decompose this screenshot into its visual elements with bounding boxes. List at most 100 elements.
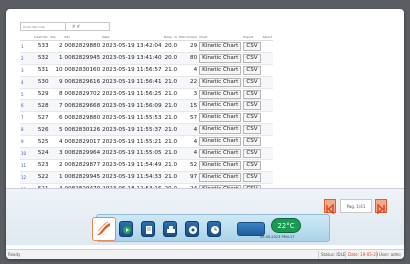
cell-insert-no: 530 bbox=[33, 76, 50, 89]
csv-export-button[interactable]: CSV bbox=[243, 160, 261, 170]
table-row[interactable]: 6 528 7 0082829668 2023-05-19 11:56:09 21.0 15… bbox=[20, 99, 273, 113]
cell-date: 2023-05-19 11:56:41 bbox=[101, 76, 163, 89]
status-user: User: admi bbox=[376, 251, 401, 258]
csv-export-button[interactable]: CSV bbox=[243, 113, 261, 123]
table-row[interactable]: 10 524 3 0082829964 2023-05-19 11:55:05 21.0 4… bbox=[20, 147, 273, 160]
csv-export-button[interactable]: CSV bbox=[243, 65, 261, 75]
cell-pos: 2 bbox=[49, 159, 64, 172]
csv-export-button[interactable]: CSV bbox=[243, 137, 261, 147]
cell-insert-no: 527 bbox=[33, 111, 50, 125]
status-text: Status: IDLE bbox=[318, 251, 345, 258]
kinetic-chart-button[interactable]: Kinetic Chart bbox=[199, 160, 242, 170]
select-cell[interactable] bbox=[261, 123, 273, 137]
cell-egc: 4 bbox=[178, 135, 199, 149]
cell-row-index: 1 bbox=[20, 40, 33, 53]
table-row[interactable]: 8 526 5 0082830126 2023-05-19 11:55:37 21.0 4 K… bbox=[20, 123, 273, 137]
select-cell[interactable] bbox=[261, 64, 273, 77]
table-row[interactable]: 4 530 9 0082829616 2023-05-19 11:56:41 21.0 22… bbox=[20, 76, 273, 89]
cell-date: 2023-05-19 11:56:09 bbox=[101, 99, 163, 113]
cell-date: 2023-05-19 13:41:40 bbox=[101, 52, 163, 65]
cell-pos: 5 bbox=[49, 123, 64, 137]
select-cell[interactable] bbox=[261, 111, 273, 125]
select-cell[interactable] bbox=[261, 76, 273, 89]
cell-insert-no: 531 bbox=[33, 64, 50, 77]
kinetic-chart-button[interactable]: Kinetic Chart bbox=[199, 137, 242, 147]
kinetic-chart-button[interactable]: Kinetic Chart bbox=[199, 172, 242, 182]
table-row[interactable]: 11 523 2 0082829877 2023-05-19 11:54:49 21.0 5… bbox=[20, 159, 273, 172]
cell-eid: 0082829880 bbox=[63, 40, 102, 53]
print-button[interactable] bbox=[163, 221, 177, 237]
temperature-badge: 22°C bbox=[271, 218, 301, 233]
select-cell[interactable] bbox=[261, 159, 273, 172]
csv-export-button[interactable]: CSV bbox=[243, 148, 261, 158]
cell-temp: 21.0 bbox=[162, 99, 179, 113]
kinetic-chart-button[interactable]: Kinetic Chart bbox=[199, 89, 242, 99]
csv-export-button[interactable]: CSV bbox=[243, 77, 261, 87]
select-cell[interactable] bbox=[261, 40, 273, 53]
cell-pos: 1 bbox=[49, 171, 64, 184]
kinetic-chart-button[interactable]: Kinetic Chart bbox=[199, 113, 242, 123]
select-cell[interactable] bbox=[261, 147, 273, 160]
table-row[interactable]: 12 522 1 0082829945 2023-05-19 11:54:33 21.0 9… bbox=[20, 171, 273, 184]
select-cell[interactable] bbox=[261, 135, 273, 149]
play-button[interactable] bbox=[119, 221, 133, 237]
document-button[interactable] bbox=[141, 221, 155, 237]
cell-temp: 20.0 bbox=[162, 40, 179, 53]
select-cell[interactable] bbox=[261, 88, 273, 101]
select-cell[interactable] bbox=[261, 171, 273, 184]
cell-temp: 21.0 bbox=[162, 159, 179, 172]
previous-page-button[interactable] bbox=[324, 199, 336, 215]
cell-row-index: 6 bbox=[20, 99, 33, 113]
cell-egc: 22 bbox=[178, 76, 199, 89]
csv-export-button[interactable]: CSV bbox=[243, 172, 261, 182]
kinetic-chart-button[interactable]: Kinetic Chart bbox=[199, 148, 242, 158]
table-row[interactable]: 7 527 6 0082829880 2023-05-19 11:55:53 21.0 57… bbox=[20, 111, 273, 125]
kinetic-chart-button[interactable]: Kinetic Chart bbox=[199, 65, 242, 75]
csv-export-button[interactable]: CSV bbox=[243, 89, 261, 99]
kinetic-chart-button[interactable]: Kinetic Chart bbox=[199, 41, 242, 51]
csv-export-button[interactable]: CSV bbox=[243, 53, 261, 63]
cell-eid: 0082829616 bbox=[63, 76, 102, 89]
table-row[interactable]: 3 531 10 0082830160 2023-05-19 11:56:57 21.0 4… bbox=[20, 64, 273, 77]
cell-eid: 0082830126 bbox=[63, 123, 102, 137]
table-row[interactable]: 1 533 2 0082829880 2023-05-19 13:42:04 20.0 29… bbox=[20, 40, 273, 53]
csv-export-button[interactable]: CSV bbox=[243, 101, 261, 111]
cell-insert-no: 525 bbox=[33, 135, 50, 149]
next-page-button[interactable] bbox=[375, 199, 387, 215]
table-row[interactable]: 2 532 1 0082829945 2023-05-19 13:41:40 20.0 80… bbox=[20, 52, 273, 65]
cell-date: 2023-05-19 11:54:49 bbox=[101, 159, 163, 172]
cell-date: 2023-05-19 11:54:33 bbox=[101, 171, 163, 184]
filter-label: Order Barcode bbox=[20, 22, 66, 31]
table-row[interactable]: 9 525 4 0082829017 2023-05-19 11:55:21 21.0 4 K… bbox=[20, 135, 273, 149]
play-icon bbox=[123, 226, 131, 234]
cell-date: 2023-05-19 11:55:05 bbox=[101, 147, 163, 160]
save-button[interactable] bbox=[185, 221, 199, 237]
clock-button[interactable] bbox=[207, 221, 221, 237]
barcode-input[interactable]: # # bbox=[66, 22, 110, 31]
cell-pos: 8 bbox=[49, 88, 64, 101]
cell-date: 2023-05-19 11:56:25 bbox=[101, 88, 163, 101]
cell-date: 2023-05-19 11:55:21 bbox=[101, 135, 163, 149]
main-window: Order Barcode # # Insert No. Pos. EID Da… bbox=[6, 9, 404, 259]
cell-egc: 3 bbox=[178, 88, 199, 101]
kinetic-chart-button[interactable]: Kinetic Chart bbox=[199, 101, 242, 111]
status-date: Date: 19-05-23 bbox=[345, 251, 378, 258]
select-cell[interactable] bbox=[261, 52, 273, 65]
kinetic-chart-button[interactable]: Kinetic Chart bbox=[199, 77, 242, 87]
filter-bar: Order Barcode # # bbox=[20, 22, 110, 31]
kinetic-chart-button[interactable]: Kinetic Chart bbox=[199, 53, 242, 63]
csv-export-button[interactable]: CSV bbox=[243, 125, 261, 135]
table-row[interactable]: 5 529 8 0082829702 2023-05-19 11:56:25 21.0 3 K… bbox=[20, 88, 273, 101]
cell-temp: 21.0 bbox=[162, 135, 179, 149]
kinetic-chart-button[interactable]: Kinetic Chart bbox=[199, 125, 242, 135]
cell-eid: 0082830160 bbox=[63, 64, 102, 77]
cell-date: 2023-05-19 11:55:53 bbox=[101, 111, 163, 125]
csv-export-button[interactable]: CSV bbox=[243, 41, 261, 51]
cell-eid: 0082829017 bbox=[63, 135, 102, 149]
select-cell[interactable] bbox=[261, 99, 273, 113]
cell-eid: 0082829880 bbox=[63, 111, 102, 125]
cell-egc: 4 bbox=[178, 123, 199, 137]
cell-pos: 9 bbox=[49, 76, 64, 89]
settings-button[interactable] bbox=[237, 222, 265, 236]
cell-insert-no: 526 bbox=[33, 123, 50, 137]
